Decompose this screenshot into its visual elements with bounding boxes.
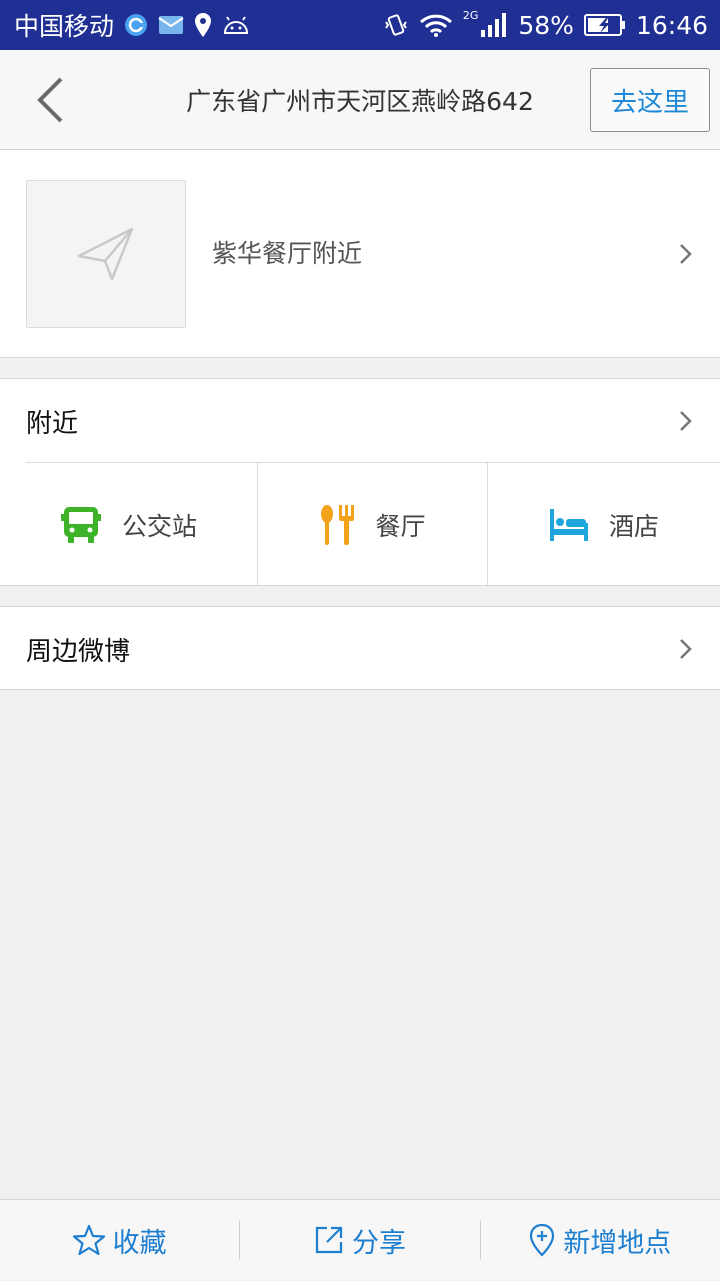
battery-icon bbox=[583, 13, 626, 37]
category-restaurant[interactable]: 餐厅 bbox=[257, 463, 487, 586]
favorite-button[interactable]: 收藏 bbox=[0, 1200, 239, 1281]
page-title: 广东省广州市天河区燕岭路642 bbox=[186, 87, 534, 116]
add-place-label: 新增地点 bbox=[563, 1227, 672, 1259]
chevron-right-icon bbox=[680, 411, 692, 431]
share-label: 分享 bbox=[351, 1227, 406, 1259]
nearby-header[interactable]: 附近 bbox=[0, 379, 720, 462]
location-icon bbox=[194, 12, 212, 38]
category-label: 酒店 bbox=[608, 511, 659, 541]
status-bar: 中国移动 2G 58% 16:46 bbox=[0, 0, 720, 50]
bus-icon bbox=[60, 506, 101, 543]
nearby-weibo-row[interactable]: 周边微博 bbox=[0, 606, 720, 690]
nearby-title: 附近 bbox=[26, 409, 79, 439]
star-icon bbox=[72, 1224, 105, 1256]
category-hotel[interactable]: 酒店 bbox=[487, 463, 720, 586]
status-bar-right: 2G 58% 16:46 bbox=[383, 8, 708, 40]
bottom-action-bar: 收藏 分享 新增地点 bbox=[0, 1199, 720, 1280]
clock: 16:46 bbox=[635, 10, 708, 40]
share-icon bbox=[315, 1226, 343, 1254]
place-card[interactable]: 紫华餐厅附近 bbox=[0, 150, 720, 358]
back-button[interactable] bbox=[22, 72, 78, 128]
navigation-bar: 广东省广州市天河区燕岭路642 去这里 bbox=[0, 50, 720, 150]
fork-spoon-icon bbox=[321, 504, 355, 545]
location-add-icon bbox=[530, 1223, 555, 1257]
status-bar-left: 中国移动 bbox=[14, 7, 250, 43]
sync-icon bbox=[124, 13, 148, 37]
battery-percent: 58% bbox=[518, 10, 574, 40]
android-icon bbox=[222, 15, 250, 35]
carrier-name: 中国移动 bbox=[14, 12, 115, 41]
wifi-icon bbox=[419, 13, 453, 37]
bed-icon bbox=[549, 508, 588, 541]
share-button[interactable]: 分享 bbox=[240, 1200, 479, 1281]
chevron-left-icon bbox=[37, 77, 63, 123]
category-label: 餐厅 bbox=[375, 511, 426, 541]
vibrate-icon bbox=[383, 12, 409, 38]
category-label: 公交站 bbox=[121, 511, 197, 541]
nearby-categories: 公交站 餐厅 酒店 bbox=[0, 463, 720, 586]
category-bus-stop[interactable]: 公交站 bbox=[0, 463, 257, 586]
place-name: 紫华餐厅附近 bbox=[212, 239, 363, 268]
chevron-right-icon bbox=[680, 639, 692, 659]
chevron-right-icon bbox=[680, 244, 692, 264]
mail-icon bbox=[158, 13, 184, 37]
add-place-button[interactable]: 新增地点 bbox=[481, 1200, 720, 1281]
network-type-label: 2G bbox=[462, 8, 479, 22]
signal-icon bbox=[480, 12, 508, 38]
favorite-label: 收藏 bbox=[112, 1227, 167, 1259]
paper-plane-icon bbox=[77, 227, 134, 281]
place-thumbnail bbox=[26, 180, 186, 328]
weibo-title: 周边微博 bbox=[26, 637, 131, 667]
go-here-button[interactable]: 去这里 bbox=[590, 68, 710, 132]
nearby-section: 附近 公交站 餐厅 酒店 bbox=[0, 378, 720, 586]
